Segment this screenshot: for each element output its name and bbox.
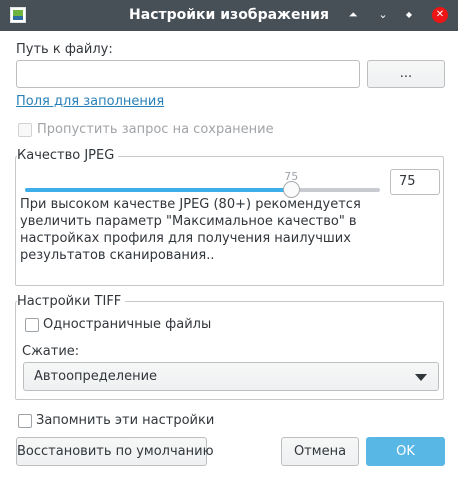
chevron-down-icon: [415, 374, 427, 381]
skip-save-prompt-label: Пропустить запрос на сохранение: [37, 122, 274, 137]
keep-above-icon[interactable]: ⏶: [344, 6, 362, 24]
fill-fields-link[interactable]: Поля для заполнения: [16, 94, 164, 109]
single-page-label: Одностраничные файлы: [43, 317, 212, 332]
title-bar: Настройки изображения ⏶ ⌄ ◆ ✕: [0, 0, 458, 31]
compression-value: Автоопределение: [34, 369, 158, 384]
close-icon[interactable]: ✕: [432, 7, 448, 23]
remember-settings-checkbox[interactable]: [18, 414, 32, 428]
compression-select[interactable]: Автоопределение: [23, 362, 439, 391]
maximize-icon[interactable]: ◆: [400, 6, 418, 24]
compression-label: Сжатие:: [22, 344, 80, 359]
file-path-label: Путь к файлу:: [16, 42, 113, 57]
jpeg-quality-slider[interactable]: [25, 188, 380, 192]
file-path-input[interactable]: [16, 60, 360, 88]
jpeg-quality-spinbox[interactable]: 75: [390, 169, 440, 195]
restore-defaults-button[interactable]: Восстановить по умолчанию: [16, 437, 214, 466]
ok-button[interactable]: OK: [366, 437, 445, 466]
single-page-checkbox[interactable]: [25, 318, 39, 332]
slider-fill: [25, 188, 292, 192]
jpeg-hint-text: При высоком качестве JPEG (80+) рекоменд…: [20, 197, 361, 263]
remember-settings-label: Запомнить эти настройки: [36, 413, 215, 428]
jpeg-group-title: Качество JPEG: [17, 148, 119, 163]
browse-button[interactable]: ...: [367, 60, 445, 88]
minimize-icon[interactable]: ⌄: [374, 6, 392, 24]
cancel-button[interactable]: Отмена: [281, 437, 359, 466]
skip-save-prompt-checkbox[interactable]: [18, 123, 32, 137]
tiff-group-title: Настройки TIFF: [17, 294, 126, 309]
